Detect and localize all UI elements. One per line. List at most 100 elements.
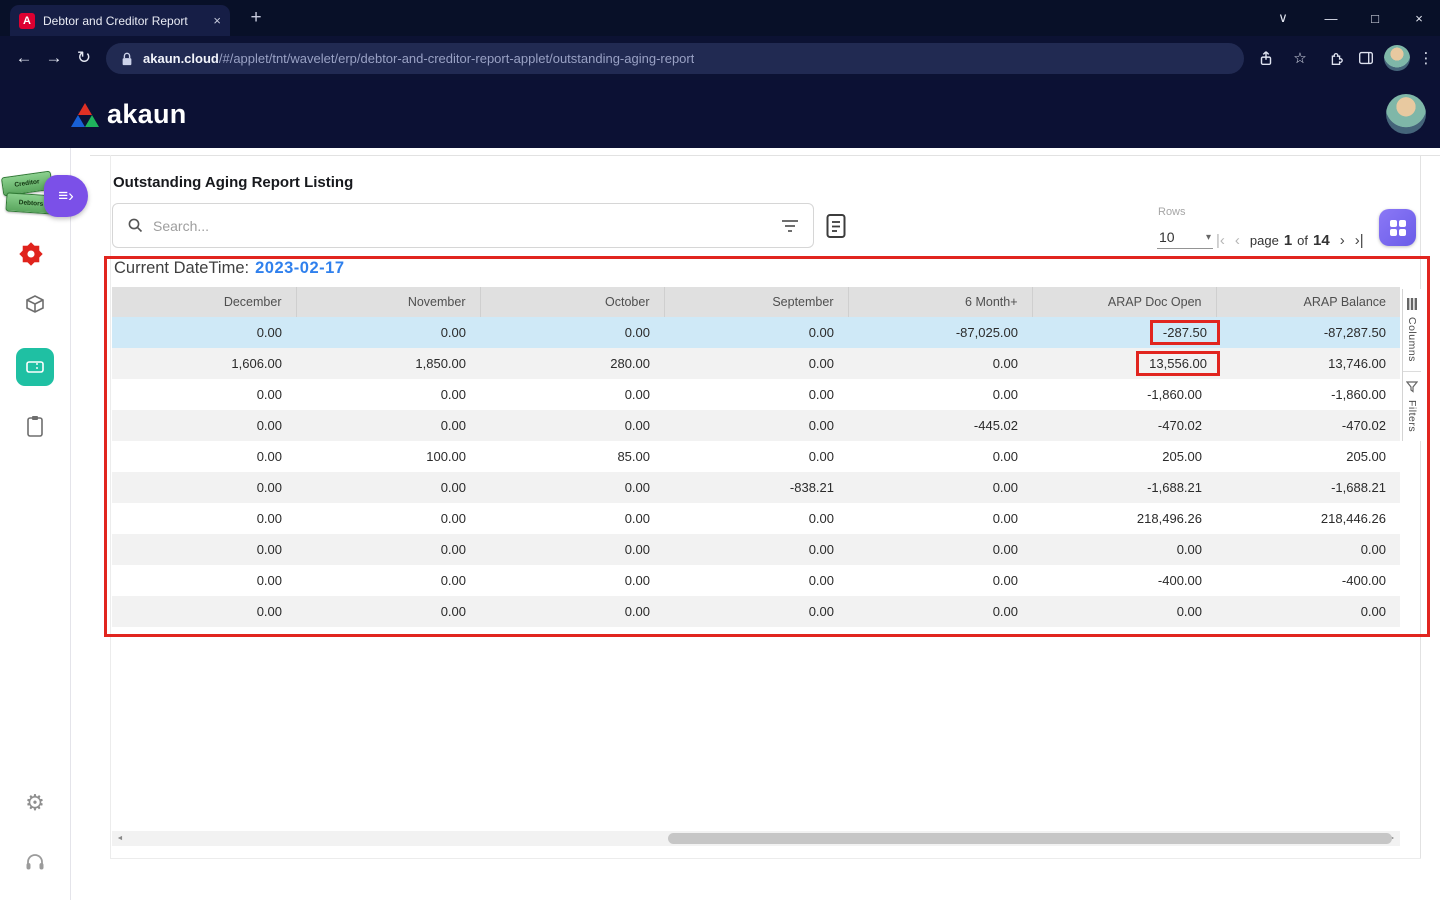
support-headset-icon[interactable]	[23, 849, 47, 873]
table-row[interactable]: 0.000.000.000.000.00-1,860.00-1,860.00	[112, 379, 1400, 410]
table-row[interactable]: 0.000.000.000.000.00-400.00-400.00	[112, 565, 1400, 596]
back-icon[interactable]: ←	[10, 36, 38, 80]
table-row[interactable]: 0.000.000.000.000.00218,496.26218,446.26	[112, 503, 1400, 534]
share-icon[interactable]	[1252, 36, 1280, 80]
sidebar-item-reports[interactable]	[24, 413, 46, 439]
columns-tab[interactable]: Columns	[1403, 289, 1421, 371]
window-close-icon[interactable]: ×	[1398, 0, 1440, 36]
table-row[interactable]: 0.000.000.000.000.000.000.00	[112, 596, 1400, 627]
apps-grid-button[interactable]	[1379, 209, 1416, 246]
page-word: page	[1250, 233, 1279, 248]
table-cell: 0.00	[112, 317, 296, 348]
column-header[interactable]: 6 Month+	[848, 287, 1032, 317]
forward-icon[interactable]: →	[40, 36, 68, 80]
tab-close-icon[interactable]: ×	[213, 13, 221, 28]
page-title: Outstanding Aging Report Listing	[113, 174, 353, 191]
table-cell: 0.00	[1032, 534, 1216, 565]
side-panel-icon[interactable]	[1352, 36, 1380, 80]
table-row[interactable]: 0.000.000.000.00-445.02-470.02-470.02	[112, 410, 1400, 441]
chevron-down-icon[interactable]: ∨	[1262, 0, 1304, 36]
export-document-button[interactable]	[822, 211, 850, 241]
sidebar-item-aging-report-active[interactable]	[16, 348, 54, 386]
launcher-menu-icon[interactable]: ≡›	[44, 175, 88, 217]
table-cell: 0.00	[664, 317, 848, 348]
browser-tab-strip: A Debtor and Creditor Report × + ∨ — □ ×	[0, 0, 1440, 36]
table-cell: 0.00	[112, 472, 296, 503]
scroll-left-icon[interactable]: ◄	[114, 831, 126, 846]
horizontal-scrollbar[interactable]: ◄ ►	[112, 831, 1400, 846]
url-text: akaun.cloud /#/applet/tnt/wavelet/erp/de…	[143, 51, 694, 66]
scrollbar-thumb[interactable]	[668, 833, 1392, 844]
filters-tab[interactable]: Filters	[1403, 372, 1421, 441]
grid-icon	[1388, 218, 1408, 238]
datetime-value: 2023-02-17	[255, 259, 344, 277]
url-host: akaun.cloud	[143, 51, 219, 66]
url-bar[interactable]: akaun.cloud /#/applet/tnt/wavelet/erp/de…	[106, 43, 1244, 74]
screen: A Debtor and Creditor Report × + ∨ — □ ×…	[0, 0, 1440, 900]
page-total: 14	[1313, 232, 1330, 249]
sidebar-item-red-applet[interactable]	[17, 240, 45, 268]
aging-report-table: DecemberNovemberOctoberSeptember6 Month+…	[112, 287, 1400, 627]
table-cell: 0.00	[296, 534, 480, 565]
url-path: /#/applet/tnt/wavelet/erp/debtor-and-cre…	[219, 51, 695, 66]
filter-list-icon[interactable]	[781, 219, 799, 233]
column-header[interactable]: November	[296, 287, 480, 317]
table-cell: 0.00	[112, 503, 296, 534]
refresh-icon[interactable]: ↻	[70, 36, 98, 80]
table-cell: 0.00	[480, 472, 664, 503]
window-maximize-icon[interactable]: □	[1354, 0, 1396, 36]
table-cell: 0.00	[848, 472, 1032, 503]
table-cell: -1,860.00	[1032, 379, 1216, 410]
table-cell: 0.00	[664, 534, 848, 565]
last-page-button[interactable]: ›|	[1355, 232, 1364, 249]
browser-tab[interactable]: A Debtor and Creditor Report ×	[10, 5, 230, 36]
table-cell: 0.00	[296, 503, 480, 534]
settings-gear-icon[interactable]: ⚙	[23, 791, 47, 815]
table-cell: 0.00	[664, 565, 848, 596]
table-row[interactable]: 0.00100.0085.000.000.00205.00205.00	[112, 441, 1400, 472]
table-row[interactable]: 0.000.000.000.00-87,025.00-287.50-87,287…	[112, 317, 1400, 348]
column-header[interactable]: October	[480, 287, 664, 317]
new-tab-button[interactable]: +	[242, 0, 270, 36]
table-cell: 0.00	[1216, 534, 1400, 565]
extensions-puzzle-icon[interactable]	[1322, 36, 1350, 80]
columns-icon	[1406, 298, 1418, 310]
column-header[interactable]: September	[664, 287, 848, 317]
table-cell: -1,860.00	[1216, 379, 1400, 410]
rows-per-page-label: Rows	[1158, 206, 1186, 218]
table-cell: 0.00	[664, 503, 848, 534]
table-cell: 0.00	[848, 379, 1032, 410]
sidebar: ⚙	[0, 148, 71, 900]
sidebar-item-inventory[interactable]	[23, 292, 47, 316]
card-left-border	[110, 155, 111, 858]
table-row[interactable]: 0.000.000.00-838.210.00-1,688.21-1,688.2…	[112, 472, 1400, 503]
search-box	[112, 203, 814, 248]
table-cell: 0.00	[296, 410, 480, 441]
table-cell: -838.21	[664, 472, 848, 503]
applet-launcher[interactable]: Creditor Debtors ≡›	[0, 170, 96, 228]
user-avatar[interactable]	[1386, 94, 1426, 134]
browser-menu-dots-icon[interactable]: ⋮	[1412, 36, 1440, 80]
box-icon	[24, 293, 46, 315]
table-cell: -400.00	[1032, 565, 1216, 596]
browser-profile-avatar[interactable]	[1384, 45, 1410, 71]
table-cell: 0.00	[296, 472, 480, 503]
window-minimize-icon[interactable]: —	[1310, 0, 1352, 36]
column-header[interactable]: ARAP Balance	[1216, 287, 1400, 317]
bookmark-star-icon[interactable]: ☆	[1286, 36, 1314, 80]
column-header[interactable]: December	[112, 287, 296, 317]
search-input[interactable]	[153, 218, 772, 234]
browser-toolbar: ← → ↻ akaun.cloud /#/applet/tnt/wavelet/…	[0, 36, 1440, 80]
column-header[interactable]: ARAP Doc Open	[1032, 287, 1216, 317]
next-page-button[interactable]: ›	[1340, 232, 1345, 249]
table-row[interactable]: 1,606.001,850.00280.000.000.0013,556.001…	[112, 348, 1400, 379]
table-cell: 0.00	[296, 565, 480, 596]
table-cell: 0.00	[296, 596, 480, 627]
ticket-icon	[25, 357, 45, 377]
first-page-button[interactable]: |‹	[1216, 232, 1225, 249]
table-cell: 0.00	[848, 348, 1032, 379]
table-cell: 0.00	[296, 379, 480, 410]
rows-per-page-select[interactable]: 10 ▾	[1157, 226, 1213, 249]
table-row[interactable]: 0.000.000.000.000.000.000.00	[112, 534, 1400, 565]
prev-page-button[interactable]: ‹	[1235, 232, 1240, 249]
